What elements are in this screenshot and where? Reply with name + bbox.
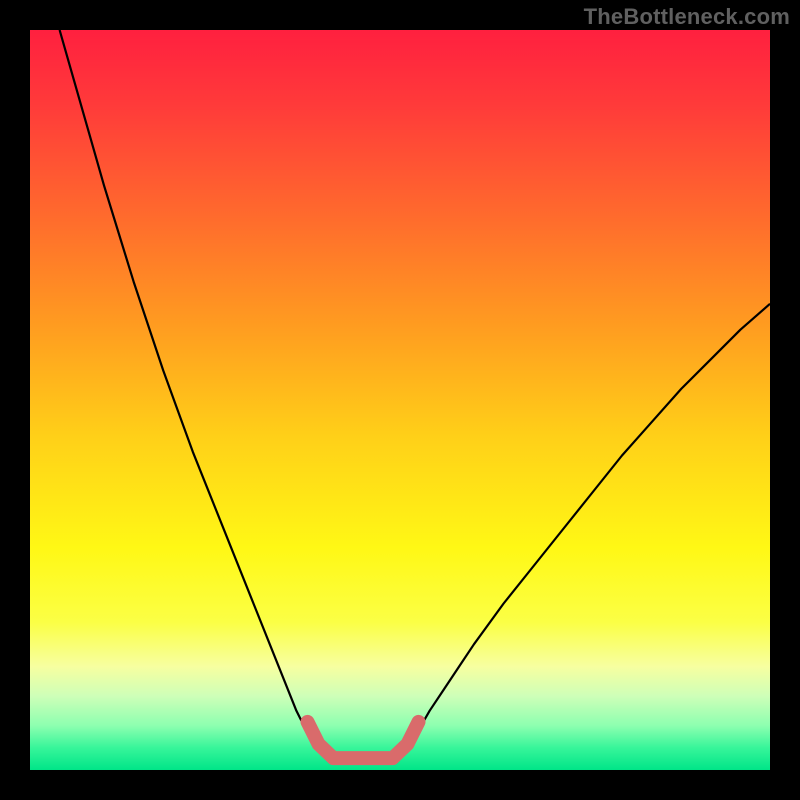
chart-frame: TheBottleneck.com	[0, 0, 800, 800]
watermark-text: TheBottleneck.com	[584, 4, 790, 30]
gradient-background	[30, 30, 770, 770]
plot-area	[30, 30, 770, 770]
chart-svg	[30, 30, 770, 770]
